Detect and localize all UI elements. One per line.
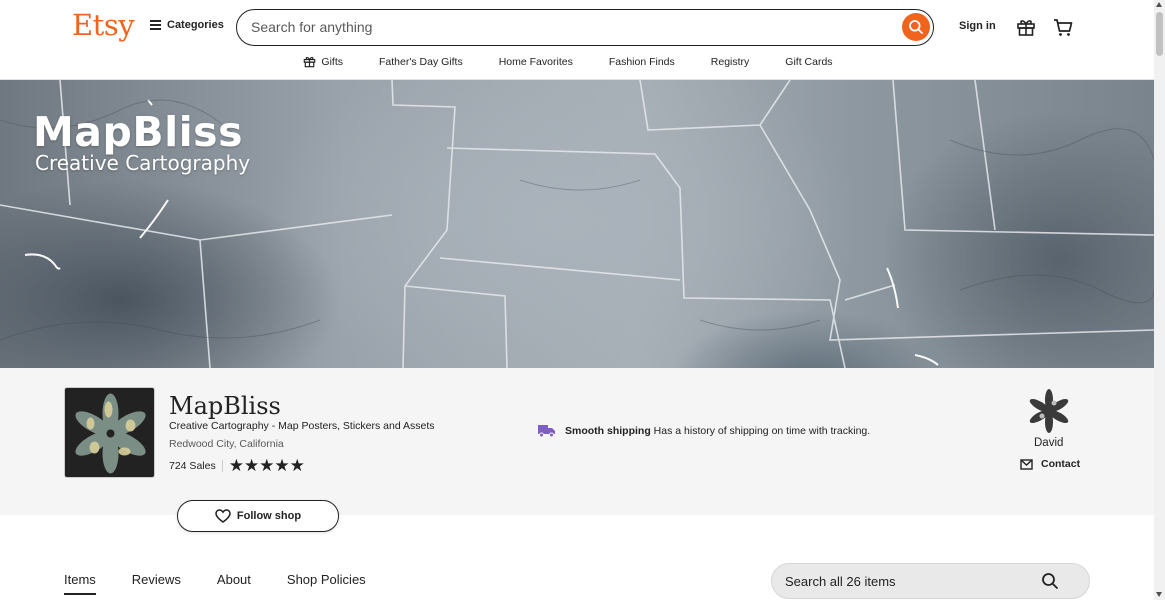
search-input[interactable] — [251, 16, 891, 38]
categories-label: Categories — [167, 19, 224, 31]
shipping-title: Smooth shipping — [565, 424, 651, 437]
gift-icon — [304, 57, 316, 68]
mail-icon — [1020, 458, 1033, 470]
site-header: Etsy Categories Sign in — [0, 0, 1154, 80]
shop-sales-rating: 724 Sales ★★★★★ — [169, 457, 305, 474]
shop-tabs: Items Reviews About Shop Policies — [64, 572, 402, 595]
scrollbar-thumb[interactable] — [1156, 12, 1163, 56]
scroll-up-arrow-icon[interactable] — [1156, 2, 1162, 7]
subnav-fashion-finds[interactable]: Fashion Finds — [591, 52, 693, 71]
subnav-registry[interactable]: Registry — [693, 52, 768, 71]
banner-title: MapBliss — [33, 108, 243, 156]
owner-name[interactable]: David — [1034, 437, 1063, 449]
shop-info-section: MapBliss Creative Cartography - Map Post… — [0, 368, 1154, 515]
shop-location: Redwood City, California — [169, 438, 284, 450]
search-button[interactable] — [902, 13, 930, 41]
owner-avatar[interactable] — [1026, 388, 1072, 434]
gift-icon[interactable] — [1016, 17, 1036, 37]
sales-count: 724 Sales — [169, 459, 216, 472]
categories-button[interactable]: Categories — [150, 19, 224, 31]
subnav-gift-cards[interactable]: Gift Cards — [767, 52, 850, 71]
shop-logo-avatar[interactable] — [64, 387, 155, 478]
cart-icon[interactable] — [1052, 16, 1074, 38]
heart-icon — [215, 509, 231, 523]
subnav-label: Gifts — [321, 55, 344, 68]
subnav-home-favorites[interactable]: Home Favorites — [481, 52, 591, 71]
divider — [221, 459, 223, 472]
shop-tagline: Creative Cartography - Map Posters, Stic… — [169, 420, 435, 432]
subnav-fathers-day-gifts[interactable]: Father's Day Gifts — [361, 52, 481, 71]
sign-in-link[interactable]: Sign in — [959, 20, 996, 32]
shop-items-search — [771, 563, 1090, 599]
tab-shop-policies[interactable]: Shop Policies — [287, 572, 366, 595]
shipping-text: Has a history of shipping on time with t… — [653, 424, 871, 437]
flower-map-logo-icon — [75, 393, 146, 474]
truck-icon — [538, 425, 555, 438]
tab-about[interactable]: About — [217, 572, 251, 595]
search-icon — [909, 20, 923, 34]
follow-shop-button[interactable]: Follow shop — [177, 500, 339, 532]
banner-subtitle: Creative Cartography — [35, 151, 251, 175]
subnav-gifts[interactable]: Gifts — [303, 52, 361, 71]
contact-label: Contact — [1041, 458, 1081, 470]
star-rating[interactable]: ★★★★★ — [229, 457, 305, 474]
search-bar — [236, 9, 934, 46]
tab-items[interactable]: Items — [64, 572, 96, 595]
hamburger-icon — [150, 20, 161, 30]
follow-label: Follow shop — [236, 510, 302, 522]
page-scrollbar[interactable] — [1154, 0, 1165, 600]
scroll-down-arrow-icon[interactable] — [1156, 592, 1162, 597]
search-icon[interactable] — [1041, 572, 1059, 590]
shop-items-search-input[interactable] — [785, 572, 1035, 590]
shop-name: MapBliss — [169, 392, 281, 420]
smooth-shipping-badge: Smooth shipping Has a history of shippin… — [537, 423, 870, 438]
shop-banner: MapBliss Creative Cartography — [0, 80, 1154, 368]
etsy-logo[interactable]: Etsy — [72, 8, 135, 42]
tab-reviews[interactable]: Reviews — [132, 572, 181, 595]
category-subnav: Gifts Father's Day Gifts Home Favorites … — [0, 52, 1154, 71]
contact-button[interactable]: Contact — [1020, 458, 1080, 470]
